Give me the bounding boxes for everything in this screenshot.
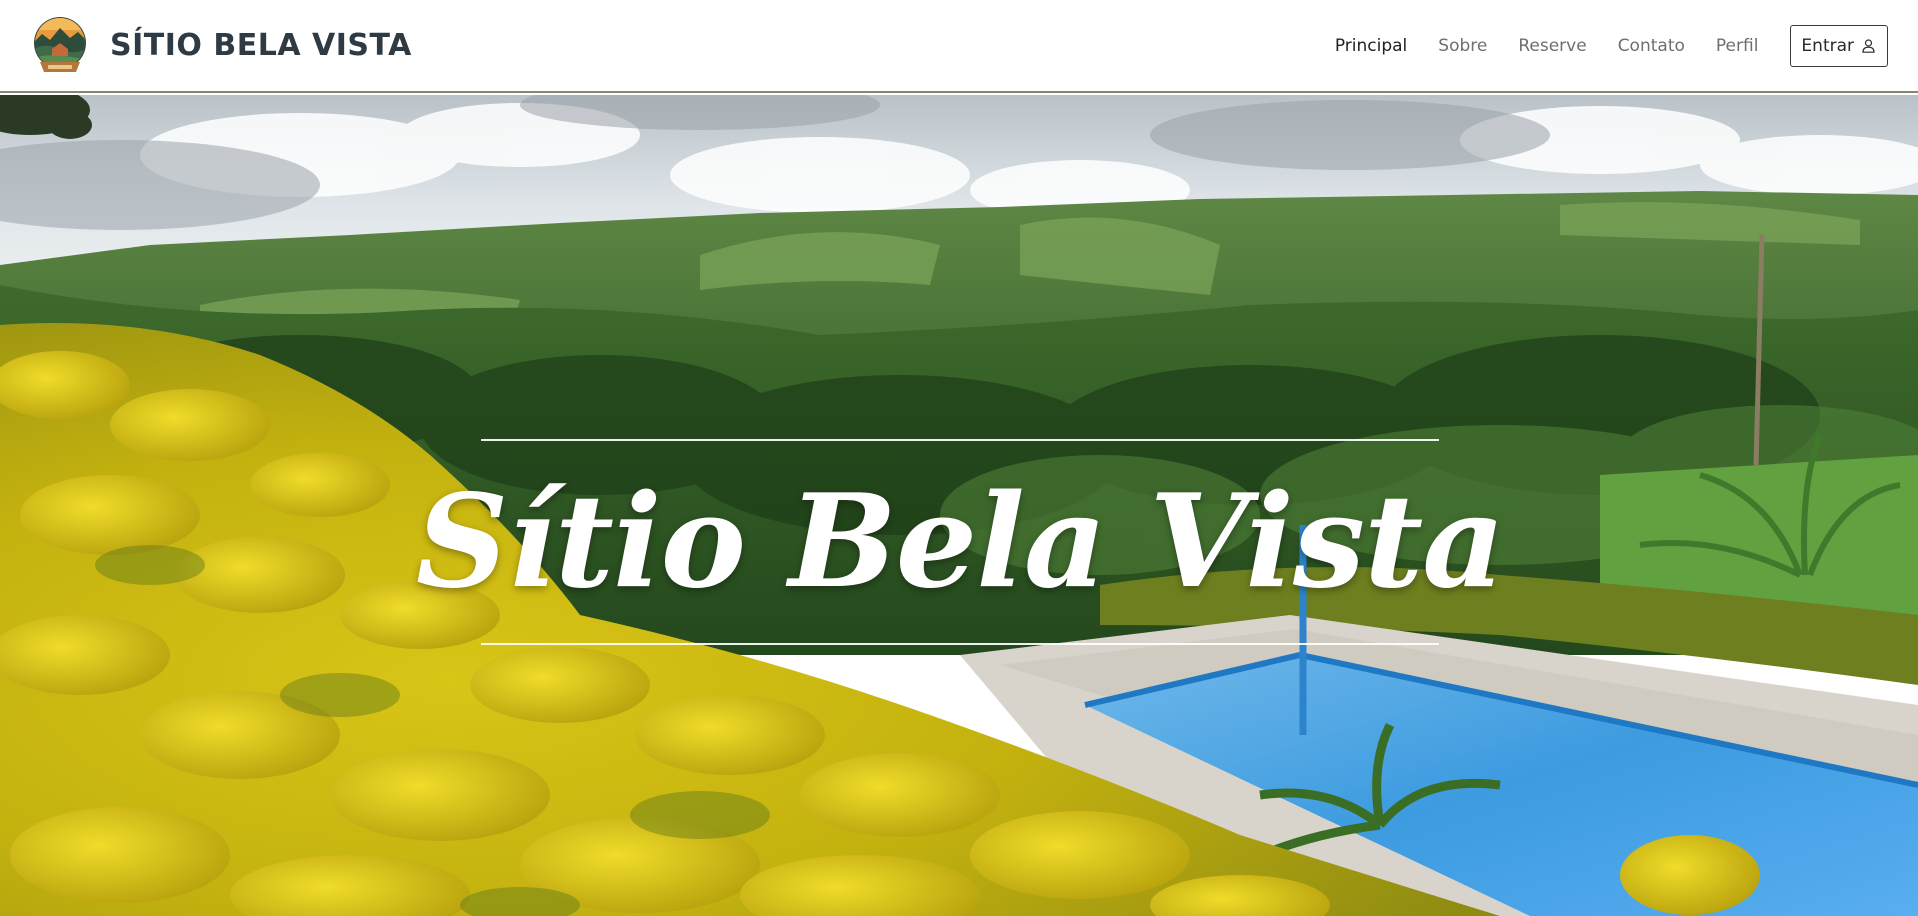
login-button-label: Entrar: [1801, 35, 1854, 56]
nav-link-contato[interactable]: Contato: [1618, 36, 1685, 56]
nav-link-reserve[interactable]: Reserve: [1518, 36, 1586, 56]
hero-title: Sítio Bela Vista: [415, 467, 1505, 617]
hero-divider-bottom: [481, 643, 1439, 645]
nav-link-sobre[interactable]: Sobre: [1438, 36, 1487, 56]
site-header: SÍTIO BELA VISTA Principal Sobre Reserve…: [0, 0, 1918, 93]
main-nav: Principal Sobre Reserve Contato Perfil E…: [1304, 24, 1888, 67]
login-button[interactable]: Entrar: [1790, 24, 1888, 67]
hero-section: Sítio Bela Vista: [0, 95, 1918, 916]
brand[interactable]: SÍTIO BELA VISTA: [32, 16, 412, 76]
user-icon: [1862, 38, 1875, 53]
farm-landscape-logo-icon: [34, 16, 86, 72]
brand-name: SÍTIO BELA VISTA: [110, 28, 412, 63]
hero-divider-top: [481, 439, 1439, 441]
nav-link-perfil[interactable]: Perfil: [1716, 36, 1759, 56]
nav-link-principal[interactable]: Principal: [1335, 36, 1407, 56]
